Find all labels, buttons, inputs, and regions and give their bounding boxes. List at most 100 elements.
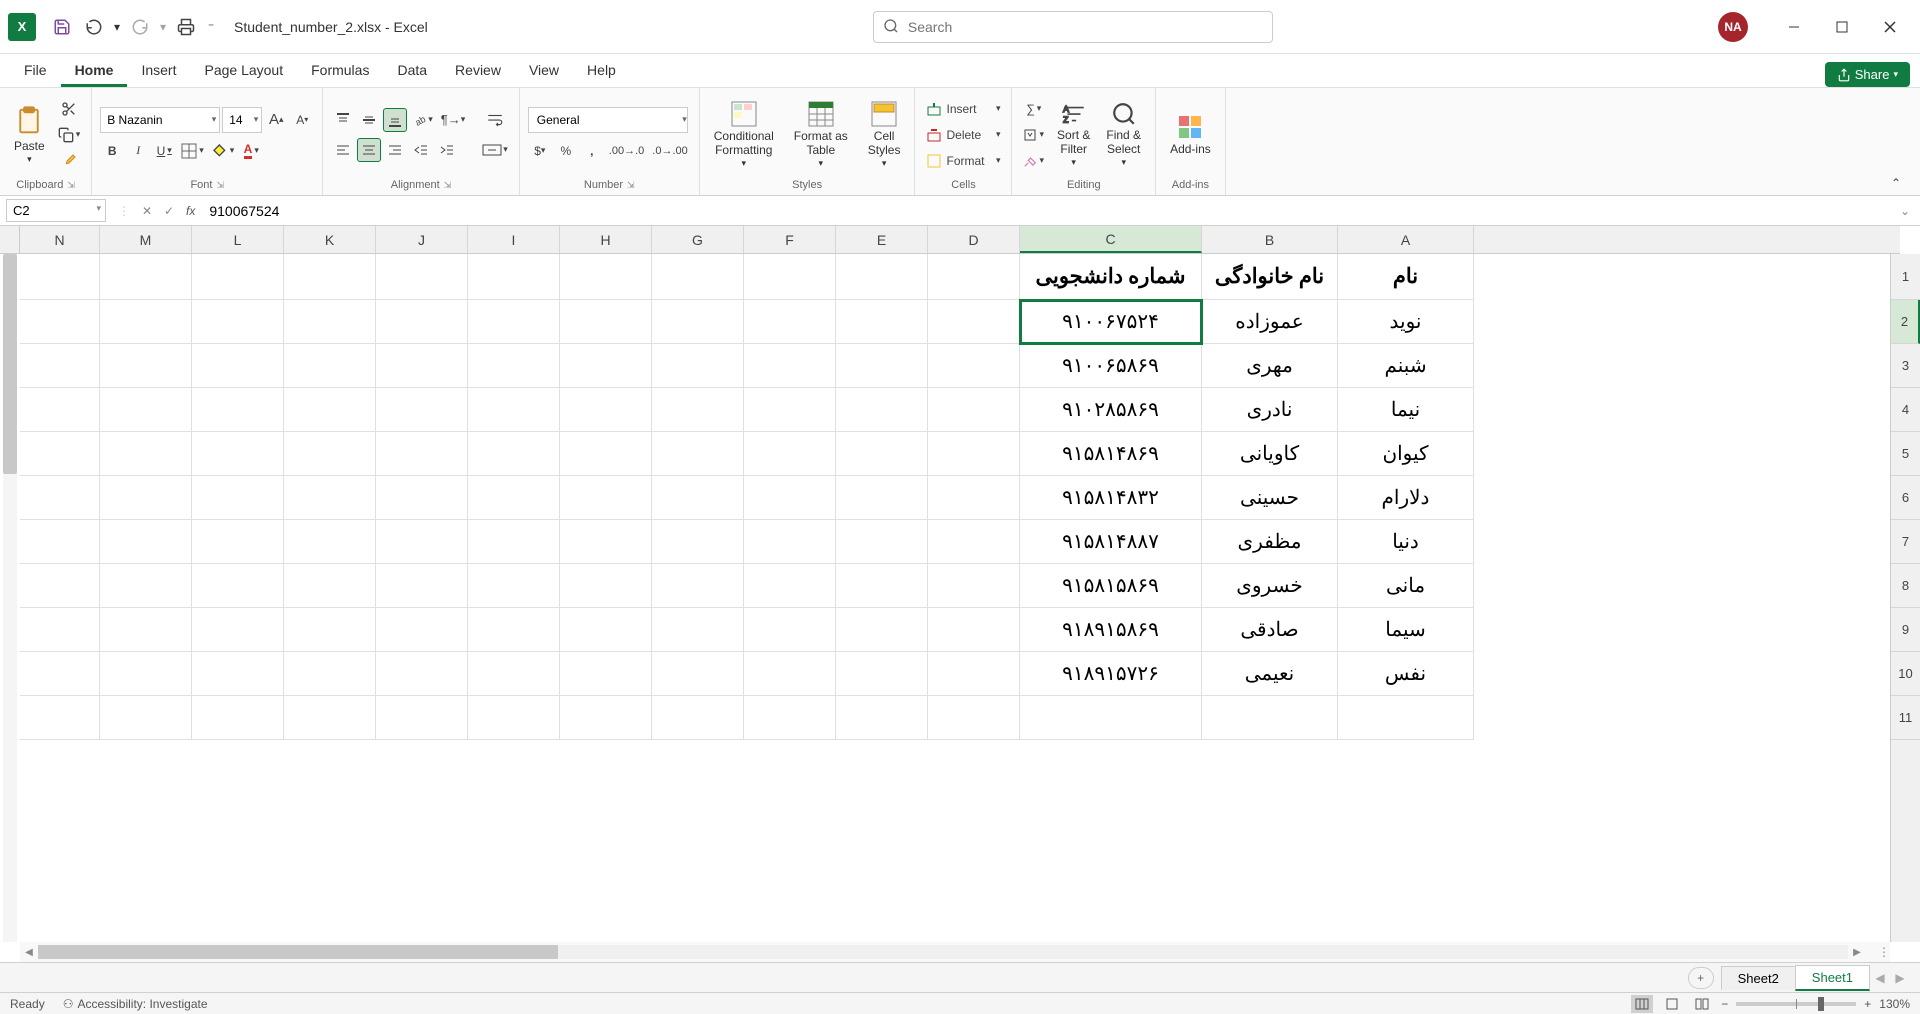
- cell-N11[interactable]: [20, 696, 100, 740]
- cell-N2[interactable]: [20, 300, 100, 344]
- italic-button[interactable]: I: [126, 139, 150, 163]
- cell-D8[interactable]: [928, 564, 1020, 608]
- cell-K1[interactable]: [284, 254, 376, 300]
- cell-E5[interactable]: [836, 432, 928, 476]
- decrease-indent-button[interactable]: [409, 138, 433, 162]
- scroll-left-button[interactable]: ◀: [20, 947, 38, 958]
- cell-H8[interactable]: [560, 564, 652, 608]
- cut-button[interactable]: [55, 97, 84, 121]
- row-header-6[interactable]: 6: [1891, 476, 1920, 520]
- cell-N7[interactable]: [20, 520, 100, 564]
- expand-formula-bar-button[interactable]: ⌄: [1890, 204, 1920, 218]
- cell-B10[interactable]: نعیمی: [1202, 652, 1338, 696]
- cell-L9[interactable]: [192, 608, 284, 652]
- name-box[interactable]: C2: [6, 199, 106, 222]
- cell-L11[interactable]: [192, 696, 284, 740]
- column-header-C[interactable]: C: [1020, 226, 1202, 253]
- increase-font-button[interactable]: A▴: [264, 108, 288, 132]
- cell-D6[interactable]: [928, 476, 1020, 520]
- cell-J9[interactable]: [376, 608, 468, 652]
- percent-button[interactable]: %: [554, 139, 578, 163]
- column-header-M[interactable]: M: [100, 226, 192, 253]
- cell-J10[interactable]: [376, 652, 468, 696]
- redo-dropdown[interactable]: ▾: [156, 11, 170, 43]
- cell-J2[interactable]: [376, 300, 468, 344]
- paste-button[interactable]: Paste ▾: [8, 102, 51, 167]
- cell-L8[interactable]: [192, 564, 284, 608]
- autosum-button[interactable]: ∑▾: [1020, 97, 1047, 121]
- collapse-ribbon-button[interactable]: ⌃: [1884, 171, 1908, 195]
- cell-E8[interactable]: [836, 564, 928, 608]
- align-right-button[interactable]: [383, 138, 407, 162]
- cell-C5[interactable]: ۹۱۵۸۱۴۸۶۹: [1020, 432, 1202, 476]
- cell-I5[interactable]: [468, 432, 560, 476]
- cell-M9[interactable]: [100, 608, 192, 652]
- row-header-4[interactable]: 4: [1891, 388, 1920, 432]
- cell-N1[interactable]: [20, 254, 100, 300]
- cell-A9[interactable]: سیما: [1338, 608, 1474, 652]
- cell-G1[interactable]: [652, 254, 744, 300]
- tab-data[interactable]: Data: [383, 56, 441, 87]
- cell-H10[interactable]: [560, 652, 652, 696]
- cell-I7[interactable]: [468, 520, 560, 564]
- formula-input[interactable]: [201, 200, 1890, 222]
- print-button[interactable]: [170, 11, 202, 43]
- align-left-button[interactable]: [331, 138, 355, 162]
- cell-G9[interactable]: [652, 608, 744, 652]
- currency-button[interactable]: $▾: [528, 139, 552, 163]
- cell-I8[interactable]: [468, 564, 560, 608]
- column-header-H[interactable]: H: [560, 226, 652, 253]
- user-avatar[interactable]: NA: [1718, 12, 1748, 42]
- cell-A5[interactable]: کیوان: [1338, 432, 1474, 476]
- cell-B9[interactable]: صادقی: [1202, 608, 1338, 652]
- cell-F8[interactable]: [744, 564, 836, 608]
- cell-G10[interactable]: [652, 652, 744, 696]
- format-painter-button[interactable]: [55, 149, 84, 173]
- wrap-text-button[interactable]: [478, 108, 511, 132]
- cell-M3[interactable]: [100, 344, 192, 388]
- cell-H9[interactable]: [560, 608, 652, 652]
- cell-F4[interactable]: [744, 388, 836, 432]
- cell-C10[interactable]: ۹۱۸۹۱۵۷۲۶: [1020, 652, 1202, 696]
- cell-M4[interactable]: [100, 388, 192, 432]
- vertical-scrollbar[interactable]: [0, 226, 20, 942]
- tab-home[interactable]: Home: [61, 56, 128, 87]
- cell-J6[interactable]: [376, 476, 468, 520]
- cell-A3[interactable]: شبنم: [1338, 344, 1474, 388]
- share-button[interactable]: Share ▾: [1825, 62, 1910, 87]
- cell-C11[interactable]: [1020, 696, 1202, 740]
- cell-G3[interactable]: [652, 344, 744, 388]
- cell-A2[interactable]: نوید: [1338, 300, 1474, 344]
- sheet-nav-next[interactable]: ▶: [1890, 971, 1910, 985]
- font-name-select[interactable]: [100, 107, 220, 133]
- decrease-font-button[interactable]: A▾: [290, 108, 314, 132]
- select-all-button[interactable]: [0, 226, 20, 254]
- sheet-tab-sheet1[interactable]: Sheet1: [1795, 965, 1870, 991]
- cell-E6[interactable]: [836, 476, 928, 520]
- column-header-B[interactable]: B: [1202, 226, 1338, 253]
- cell-H11[interactable]: [560, 696, 652, 740]
- increase-decimal-button[interactable]: .00→.0: [606, 139, 647, 163]
- cell-N10[interactable]: [20, 652, 100, 696]
- find-select-button[interactable]: Find & Select▾: [1100, 99, 1147, 169]
- tab-help[interactable]: Help: [573, 56, 630, 87]
- column-header-E[interactable]: E: [836, 226, 928, 253]
- cell-J8[interactable]: [376, 564, 468, 608]
- cell-I1[interactable]: [468, 254, 560, 300]
- cell-L6[interactable]: [192, 476, 284, 520]
- column-header-G[interactable]: G: [652, 226, 744, 253]
- cell-B8[interactable]: خسروی: [1202, 564, 1338, 608]
- page-layout-view-button[interactable]: [1661, 995, 1683, 1013]
- cell-B11[interactable]: [1202, 696, 1338, 740]
- increase-indent-button[interactable]: [435, 138, 459, 162]
- cell-N3[interactable]: [20, 344, 100, 388]
- undo-dropdown[interactable]: ▾: [110, 11, 124, 43]
- cell-E2[interactable]: [836, 300, 928, 344]
- cell-G6[interactable]: [652, 476, 744, 520]
- cell-H7[interactable]: [560, 520, 652, 564]
- cell-D10[interactable]: [928, 652, 1020, 696]
- cell-F2[interactable]: [744, 300, 836, 344]
- cell-M7[interactable]: [100, 520, 192, 564]
- cell-A6[interactable]: دلارام: [1338, 476, 1474, 520]
- cell-K11[interactable]: [284, 696, 376, 740]
